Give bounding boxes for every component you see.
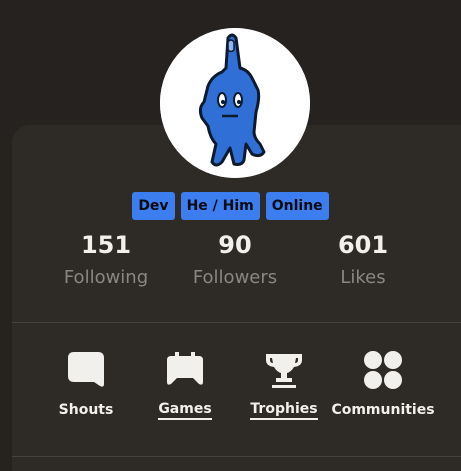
four-circles-icon [364, 351, 402, 389]
stat-following-value: 151 [80, 231, 132, 259]
badge-row: Dev He / Him Online [0, 192, 461, 220]
stat-likes-value: 601 [337, 231, 389, 259]
stat-following-label: Following [63, 267, 149, 288]
gamepad-icon [167, 352, 203, 385]
profile-nav: Shouts Games Trophies Communities [0, 340, 461, 440]
nav-games-label: Games [158, 400, 212, 420]
nav-shouts[interactable]: Shouts [31, 340, 141, 420]
stat-followers-label: Followers [192, 267, 278, 288]
badge-dev: Dev [132, 192, 175, 220]
nav-communities-label: Communities [331, 402, 435, 418]
avatar-image [160, 28, 310, 178]
divider-bottom [12, 456, 461, 457]
stat-followers-value: 90 [218, 231, 252, 259]
divider-top [12, 322, 461, 323]
nav-communities[interactable]: Communities [328, 340, 438, 420]
nav-games[interactable]: Games [130, 340, 240, 420]
stat-likes-label: Likes [340, 267, 386, 288]
badge-pronouns: He / Him [180, 192, 260, 220]
avatar[interactable] [160, 28, 310, 178]
nav-shouts-label: Shouts [58, 402, 114, 418]
stat-following[interactable]: 151 Following [41, 228, 171, 290]
profile-page: Dev He / Him Online 151 Following 90 Fol… [0, 0, 461, 471]
stat-likes[interactable]: 601 Likes [298, 228, 428, 290]
stat-followers[interactable]: 90 Followers [170, 228, 300, 290]
badge-online: Online [265, 192, 329, 220]
nav-trophies-label: Trophies [250, 400, 318, 420]
speech-bubble-icon [68, 352, 104, 387]
trophy-icon [266, 354, 302, 388]
nav-trophies[interactable]: Trophies [229, 340, 339, 420]
